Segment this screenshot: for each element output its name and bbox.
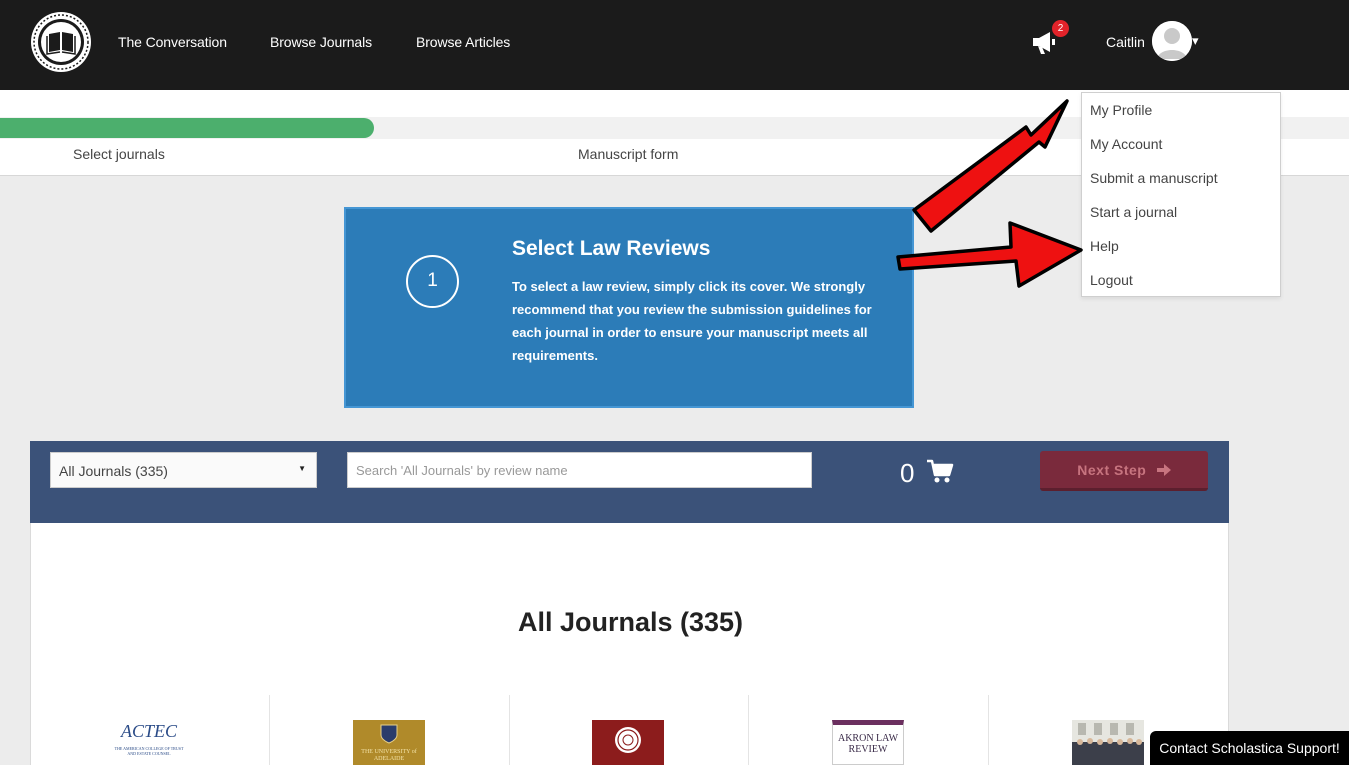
top-navigation: The Conversation Browse Journals Browse … [0, 0, 1349, 90]
step-label-select-journals: Select journals [73, 146, 165, 162]
column-divider [748, 695, 749, 765]
shield-icon [380, 724, 398, 749]
journals-heading: All Journals (335) [517, 607, 744, 637]
instruction-text: To select a law review, simply click its… [512, 279, 872, 363]
next-step-label: Next Step [1077, 462, 1147, 478]
nav-link-browse-articles[interactable]: Browse Articles [416, 34, 510, 50]
journal-category-select[interactable]: All Journals (335) ▼ [50, 452, 317, 488]
avatar[interactable] [1152, 21, 1192, 61]
journals-panel: All Journals (335) ACTEC THE AMERICAN CO… [30, 523, 1229, 765]
cart-icon[interactable] [926, 459, 954, 485]
actec-logo-text: ACTEC [120, 721, 177, 741]
next-step-button[interactable]: Next Step [1040, 451, 1208, 491]
step-number-badge: 1 [406, 255, 459, 308]
chevron-down-icon[interactable]: ▾ [1192, 33, 1199, 49]
journal-search-input[interactable]: Search 'All Journals' by review name [347, 452, 812, 488]
contact-support-button[interactable]: Contact Scholastica Support! [1150, 731, 1349, 765]
instruction-box: 1 Select Law Reviews To select a law rev… [344, 207, 914, 408]
journal-cover-akron[interactable]: AKRON LAW REVIEW [832, 720, 904, 765]
menu-item-submit-manuscript[interactable]: Submit a manuscript [1090, 170, 1218, 186]
nav-link-the-conversation[interactable]: The Conversation [118, 34, 227, 50]
select-arrow-icon: ▼ [298, 464, 306, 473]
menu-item-my-profile[interactable]: My Profile [1090, 102, 1152, 118]
progress-fill [0, 118, 374, 138]
user-dropdown-menu: My Profile My Account Submit a manuscrip… [1081, 92, 1281, 297]
instruction-title: Select Law Reviews [512, 237, 711, 260]
akron-logo-text: AKRON LAW REVIEW [837, 733, 899, 755]
journal-cover-3[interactable] [592, 720, 664, 765]
journal-filter-bar: All Journals (335) ▼ Search 'All Journal… [30, 441, 1229, 523]
notification-badge: 2 [1052, 20, 1069, 37]
actec-sub-text: THE AMERICAN COLLEGE OF TRUST AND ESTATE… [114, 746, 184, 756]
group-photo-icon [1072, 720, 1144, 765]
menu-item-help[interactable]: Help [1090, 238, 1119, 254]
menu-item-logout[interactable]: Logout [1090, 272, 1133, 288]
journal-cover-adelaide[interactable]: THE UNIVERSITY of ADELAIDE [353, 720, 425, 765]
column-divider [988, 695, 989, 765]
column-divider [269, 695, 270, 765]
column-divider [509, 695, 510, 765]
journal-cover-actec[interactable]: ACTEC THE AMERICAN COLLEGE OF TRUST AND … [111, 720, 187, 765]
menu-item-my-account[interactable]: My Account [1090, 136, 1162, 152]
seal-icon [614, 726, 642, 759]
step-label-manuscript-form: Manuscript form [578, 146, 679, 162]
scholastica-logo-icon[interactable] [29, 10, 93, 74]
user-name[interactable]: Caitlin [1106, 34, 1145, 50]
arrow-right-icon [1156, 452, 1171, 490]
nav-link-browse-journals[interactable]: Browse Journals [270, 34, 372, 50]
adelaide-logo-text: THE UNIVERSITY of ADELAIDE [361, 749, 417, 762]
menu-item-start-journal[interactable]: Start a journal [1090, 204, 1177, 220]
arrow-icon [896, 221, 1083, 288]
journal-cover-5[interactable] [1072, 720, 1144, 765]
cart-count: 0 [900, 458, 915, 488]
select-value: All Journals (335) [59, 463, 168, 479]
